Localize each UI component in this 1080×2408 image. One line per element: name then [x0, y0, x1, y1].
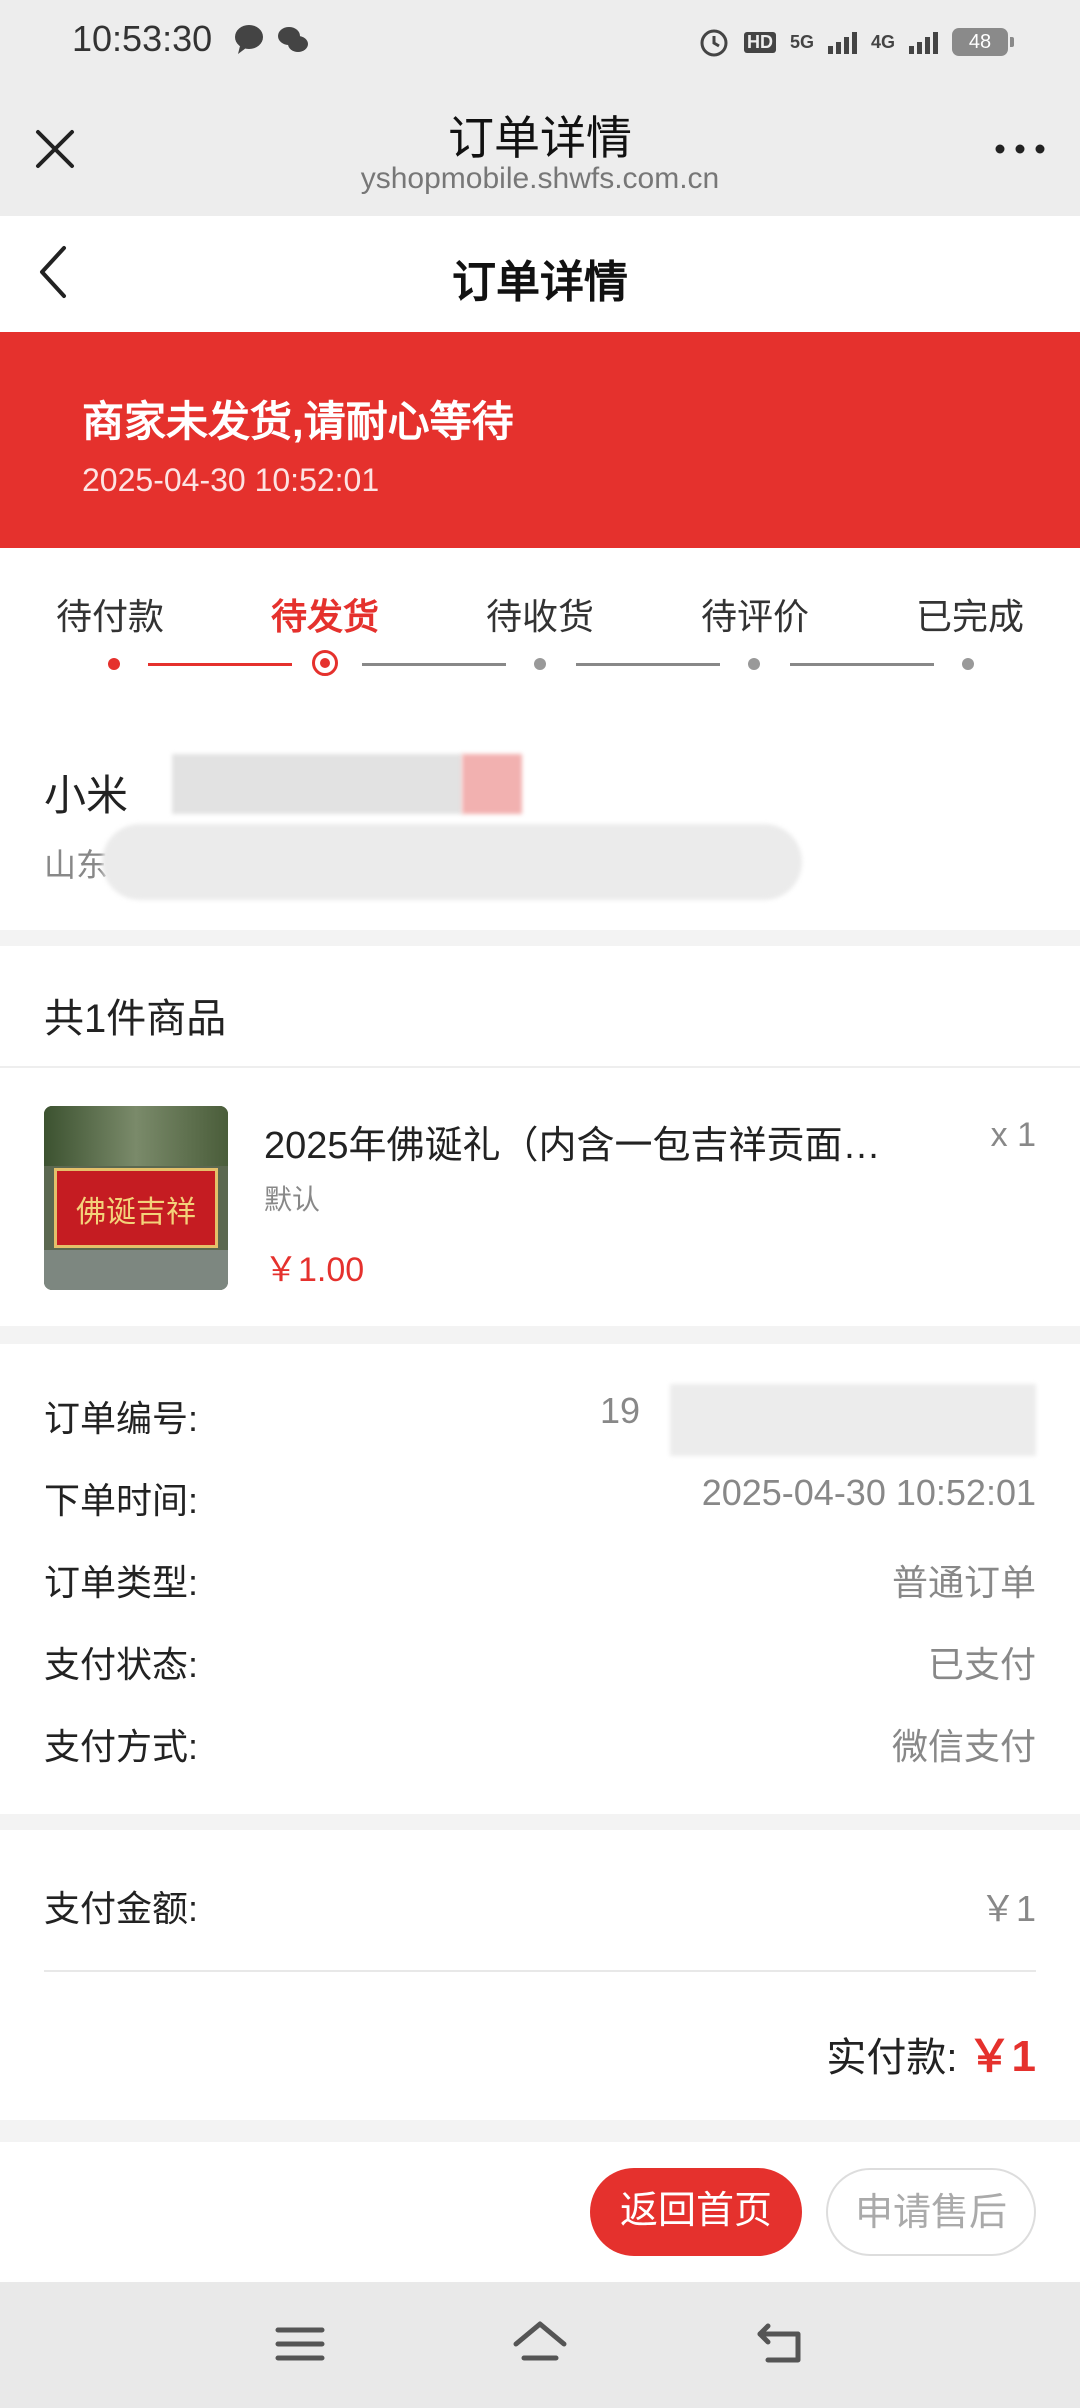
order-info-section: 订单编号: 19 下单时间: 2025-04-30 10:52:01 订单类型:…: [0, 1344, 1080, 1814]
back-icon[interactable]: [752, 2316, 812, 2372]
step-line: [790, 663, 934, 666]
total-paid-value: ￥1: [967, 2032, 1036, 2081]
order-time-value: 2025-04-30 10:52:01: [701, 1472, 1036, 1513]
product-name[interactable]: 2025年佛诞礼（内含一包吉祥贡面…: [264, 1114, 904, 1169]
order-number-label: 订单编号:: [44, 1398, 199, 1439]
payment-status-label: 支付状态:: [44, 1644, 199, 1685]
order-progress-steps: 待付款 待发货 待收货 待评价 已完成: [0, 548, 1080, 700]
status-message: 商家未发货,请耐心等待: [82, 398, 514, 445]
order-number-row: 订单编号: 19: [44, 1384, 1036, 1456]
recipient-address: 山东: [44, 847, 109, 883]
order-time-row: 下单时间: 2025-04-30 10:52:01: [44, 1472, 1036, 1532]
redacted-address: [102, 824, 802, 900]
step-pending-shipment: 待发货: [270, 596, 379, 637]
status-right-group: HD 5G 4G 48: [698, 22, 1014, 62]
order-number-value: 19: [599, 1390, 640, 1431]
return-home-button[interactable]: 返回首页: [590, 2168, 802, 2256]
home-icon[interactable]: [510, 2316, 570, 2372]
step-line: [576, 663, 720, 666]
page-header: 订单详情: [0, 216, 1080, 332]
product-price: ￥1.00: [264, 1251, 365, 1289]
order-status-banner: 商家未发货,请耐心等待 2025-04-30 10:52:01: [0, 332, 1080, 548]
step-dot: [748, 658, 760, 670]
step-pending-payment: 待付款: [55, 596, 164, 637]
payment-amount-value: ￥1: [979, 1888, 1036, 1929]
status-time: 10:53:30: [72, 18, 213, 59]
shipping-address[interactable]: 小米 山东: [0, 700, 1080, 930]
signal-5g-icon: [827, 30, 857, 54]
step-dot: [962, 658, 974, 670]
action-bar: 返回首页 申请售后: [0, 2142, 1080, 2282]
payment-status-row: 支付状态: 已支付: [44, 1636, 1036, 1696]
payment-method-row: 支付方式: 微信支付: [44, 1718, 1036, 1778]
redacted-order-number: [670, 1384, 1036, 1456]
webview-titlebar: 订单详情 yshopmobile.shwfs.com.cn: [0, 84, 1080, 216]
system-navbar: [0, 2282, 1080, 2408]
signal-4g-icon: [909, 30, 938, 54]
step-current-marker: [312, 650, 338, 676]
step-line: [148, 663, 292, 666]
wechat-icon: [278, 27, 308, 52]
order-time-label: 下单时间:: [44, 1480, 199, 1521]
payment-method-label: 支付方式:: [44, 1726, 199, 1767]
webview-url: yshopmobile.shwfs.com.cn: [360, 162, 720, 195]
divider: [0, 1066, 1080, 1068]
menu-icon[interactable]: [270, 2316, 330, 2372]
status-bar: 10:53:30 HD 5G 4G 48: [0, 0, 1080, 84]
network-5g-label: 5G: [789, 31, 814, 52]
webview-title: 订单详情: [448, 112, 632, 164]
page-title: 订单详情: [452, 258, 628, 307]
step-dot: [534, 658, 546, 670]
thumbnail-text: 佛诞吉祥: [76, 1195, 196, 1230]
total-paid: 实付款: ￥1: [826, 2020, 1036, 2084]
step-completed: 已完成: [915, 596, 1024, 637]
payment-amount-label: 支付金额:: [44, 1888, 199, 1929]
message-bubble-icon: [235, 25, 263, 54]
battery-icon: 48: [952, 28, 1014, 56]
payment-summary: 支付金额: ￥1 实付款: ￥1: [0, 1830, 1080, 2120]
step-pending-receipt: 待收货: [485, 596, 594, 637]
order-type-value: 普通订单: [891, 1562, 1036, 1603]
redacted-mark: [462, 754, 522, 814]
payment-status-value: 已支付: [927, 1644, 1036, 1685]
more-icon[interactable]: [990, 124, 1050, 174]
total-paid-label: 实付款:: [826, 2036, 958, 2080]
goods-section: 共1件商品 佛诞吉祥 2025年佛诞礼（内含一包吉祥贡面… x 1 默认 ￥1.…: [0, 946, 1080, 1326]
hd-badge: HD: [743, 31, 776, 53]
product-thumbnail[interactable]: 佛诞吉祥: [44, 1106, 228, 1290]
product-quantity: x 1: [990, 1116, 1036, 1154]
step-pending-review: 待评价: [700, 596, 809, 637]
divider: [44, 1970, 1036, 1972]
redacted-phone: [172, 754, 462, 814]
after-sale-button[interactable]: 申请售后: [826, 2168, 1036, 2256]
product-spec: 默认: [264, 1184, 321, 1215]
network-4g-label: 4G: [870, 31, 895, 52]
step-line: [362, 663, 506, 666]
order-type-row: 订单类型: 普通订单: [44, 1554, 1036, 1614]
order-type-label: 订单类型:: [44, 1562, 199, 1603]
goods-count: 共1件商品: [44, 997, 227, 1041]
payment-amount-row: 支付金额: ￥1: [44, 1880, 1036, 1940]
recipient-name: 小米: [44, 772, 129, 819]
step-dot: [108, 658, 120, 670]
status-time-stamp: 2025-04-30 10:52:01: [82, 462, 380, 498]
alarm-icon: [700, 29, 728, 57]
payment-method-value: 微信支付: [891, 1726, 1036, 1767]
